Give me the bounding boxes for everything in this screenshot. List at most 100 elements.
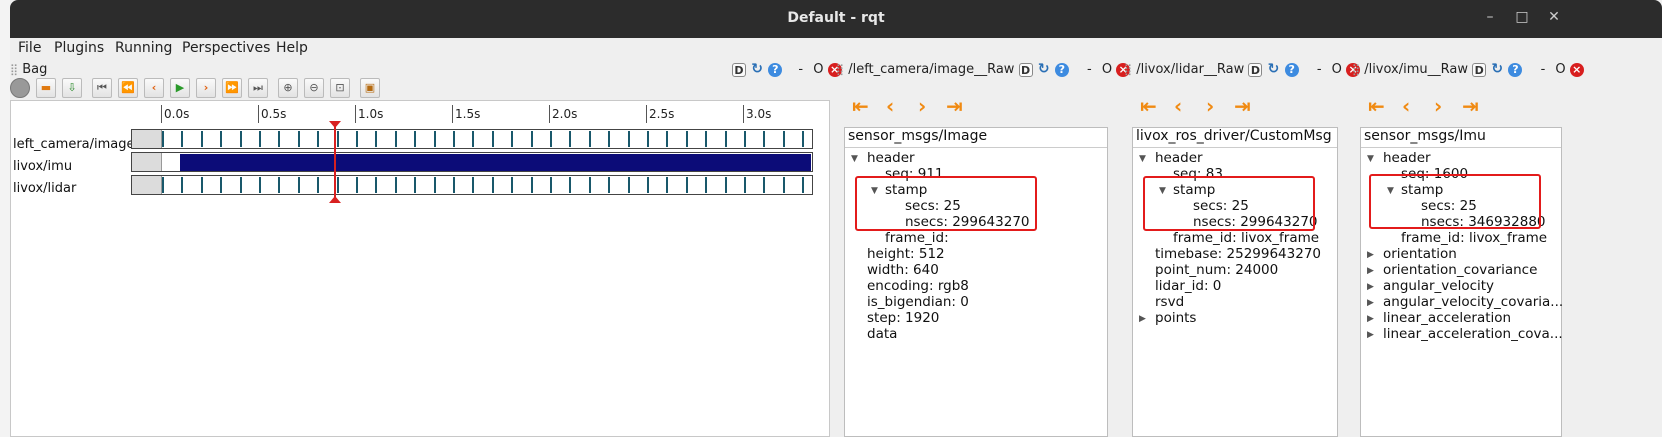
grip-icon[interactable]: ⣿	[836, 63, 844, 76]
field-angular-velocity[interactable]: angular_velocity	[1383, 278, 1494, 294]
zoom-out-icon[interactable]: ⊖	[304, 78, 324, 98]
image-track[interactable]	[131, 129, 813, 149]
expanded-arrow-icon[interactable]: ▼	[851, 154, 858, 164]
next-msg-icon[interactable]: ›	[1434, 94, 1442, 118]
maximize-icon[interactable]: □	[1513, 9, 1531, 25]
prev-msg-icon[interactable]: ‹	[1174, 94, 1182, 118]
open-folder-icon[interactable]: ▬	[36, 78, 56, 98]
collapsed-arrow-icon[interactable]: ▶	[1367, 266, 1374, 276]
help-icon[interactable]: ?	[1508, 62, 1523, 77]
last-msg-icon[interactable]: ⇥	[1234, 94, 1251, 118]
topic-label[interactable]: livox/lidar	[13, 181, 76, 196]
rewind-icon[interactable]: ⏪	[118, 78, 138, 98]
field-linear-acceleration[interactable]: linear_acceleration	[1383, 310, 1511, 326]
help-icon[interactable]: ?	[1284, 62, 1299, 77]
lidar-message-panel[interactable]: livox_ros_driver/CustomMsg ▼ header seq:…	[1132, 127, 1338, 437]
splitter[interactable]	[830, 100, 840, 437]
close-icon[interactable]: ✕	[1545, 9, 1563, 25]
last-msg-icon[interactable]: ⇥	[946, 94, 963, 118]
field-lidar-id[interactable]: lidar_id: 0	[1155, 278, 1221, 294]
field-header[interactable]: header	[1155, 150, 1203, 166]
collapsed-arrow-icon[interactable]: ▶	[1367, 298, 1374, 308]
dock-float[interactable]: O	[1332, 62, 1342, 77]
field-rsvd[interactable]: rsvd	[1155, 294, 1184, 310]
dock-minimize[interactable]: -	[798, 62, 803, 77]
dock-d-button[interactable]: D	[1248, 62, 1263, 77]
dock-float[interactable]: O	[1555, 62, 1565, 77]
next-msg-icon[interactable]: ›	[918, 94, 926, 118]
collapsed-arrow-icon[interactable]: ▶	[1367, 282, 1374, 292]
field-timebase[interactable]: timebase: 25299643270	[1155, 246, 1321, 262]
field-width[interactable]: width: 640	[867, 262, 939, 278]
collapsed-arrow-icon[interactable]: ▶	[1367, 330, 1374, 340]
zoom-in-icon[interactable]: ⊕	[278, 78, 298, 98]
expanded-arrow-icon[interactable]: ▼	[1139, 154, 1146, 164]
field-step[interactable]: step: 1920	[867, 310, 939, 326]
menu-help[interactable]: Help	[276, 40, 308, 56]
collapsed-arrow-icon[interactable]: ▶	[1367, 314, 1374, 324]
playhead-top-marker[interactable]	[329, 121, 341, 128]
record-icon[interactable]	[10, 78, 30, 98]
reload-icon[interactable]: ↻	[1037, 62, 1051, 77]
minimize-icon[interactable]: –	[1481, 9, 1499, 25]
field-linear-acceleration-covariance[interactable]: linear_acceleration_cova...	[1383, 326, 1563, 342]
help-icon[interactable]: ?	[1054, 62, 1069, 77]
field-points[interactable]: points	[1155, 310, 1196, 326]
reload-icon[interactable]: ↻	[750, 62, 764, 77]
first-msg-icon[interactable]: ⇤	[1140, 94, 1157, 118]
first-msg-icon[interactable]: ⇤	[1368, 94, 1385, 118]
imu-message-panel[interactable]: sensor_msgs/Imu ▼ header seq: 1600 ▼ sta…	[1360, 127, 1563, 437]
last-msg-icon[interactable]: ⇥	[1462, 94, 1479, 118]
bag-timeline[interactable]: 0.0s 0.5s 1.0s 1.5s 2.0s 2.5s 3.0s left_…	[10, 100, 830, 437]
prev-msg-icon[interactable]: ‹	[1402, 94, 1410, 118]
menu-plugins[interactable]: Plugins	[54, 40, 104, 56]
dock-minimize[interactable]: -	[1541, 62, 1546, 77]
reload-icon[interactable]: ↻	[1490, 62, 1504, 77]
field-point-num[interactable]: point_num: 24000	[1155, 262, 1278, 278]
step-forward-icon[interactable]: ›	[196, 78, 216, 98]
field-frame-id[interactable]: frame_id: livox_frame	[1401, 230, 1547, 246]
dock-close-icon[interactable]: ×	[1569, 62, 1584, 77]
dock-minimize[interactable]: -	[1317, 62, 1322, 77]
playhead[interactable]	[334, 123, 336, 201]
collapsed-arrow-icon[interactable]: ▶	[1367, 250, 1374, 260]
expanded-arrow-icon[interactable]: ▼	[1367, 154, 1374, 164]
menu-file[interactable]: File	[18, 40, 41, 56]
fast-forward-icon[interactable]: ⏩	[222, 78, 242, 98]
field-encoding[interactable]: encoding: rgb8	[867, 278, 969, 294]
topic-label[interactable]: livox/imu	[13, 159, 72, 174]
menu-perspectives[interactable]: Perspectives	[182, 40, 270, 56]
field-header[interactable]: header	[867, 150, 915, 166]
field-orientation-covariance[interactable]: orientation_covariance	[1383, 262, 1537, 278]
play-icon[interactable]: ▶	[170, 78, 190, 98]
first-msg-icon[interactable]: ⇤	[852, 94, 869, 118]
help-icon[interactable]: ?	[768, 62, 783, 77]
field-height[interactable]: height: 512	[867, 246, 945, 262]
begin-icon[interactable]: ⏮	[92, 78, 112, 98]
grip-icon[interactable]: ⣿	[1352, 63, 1360, 76]
dock-float[interactable]: O	[1102, 62, 1112, 77]
field-frame-id[interactable]: frame_id: livox_frame	[1173, 230, 1319, 246]
dock-d-button[interactable]: D	[1472, 62, 1487, 77]
grip-icon[interactable]: ⣿	[10, 63, 18, 76]
image-message-panel[interactable]: sensor_msgs/Image ▼ header seq: 911 ▼ st…	[844, 127, 1108, 437]
field-data[interactable]: data	[867, 326, 897, 342]
field-frame-id[interactable]: frame_id:	[885, 230, 949, 246]
dock-d-button[interactable]: D	[1018, 62, 1033, 77]
dock-d-button[interactable]: D	[732, 62, 746, 77]
collapsed-arrow-icon[interactable]: ▶	[1139, 314, 1146, 324]
save-icon[interactable]: ⇩	[62, 78, 82, 98]
end-icon[interactable]: ⏭	[248, 78, 268, 98]
step-back-icon[interactable]: ‹	[144, 78, 164, 98]
thumbnail-icon[interactable]: ▣	[360, 78, 380, 98]
field-orientation[interactable]: orientation	[1383, 246, 1457, 262]
topic-label[interactable]: left_camera/image	[13, 137, 135, 152]
lidar-track[interactable]	[131, 175, 813, 195]
playhead-bottom-marker[interactable]	[329, 196, 341, 203]
dock-minimize[interactable]: -	[1087, 62, 1092, 77]
field-angular-velocity-covariance[interactable]: angular_velocity_covaria...	[1383, 294, 1563, 310]
field-header[interactable]: header	[1383, 150, 1431, 166]
field-is-bigendian[interactable]: is_bigendian: 0	[867, 294, 969, 310]
imu-track[interactable]	[131, 152, 813, 172]
grip-icon[interactable]: ⣿	[1124, 63, 1132, 76]
